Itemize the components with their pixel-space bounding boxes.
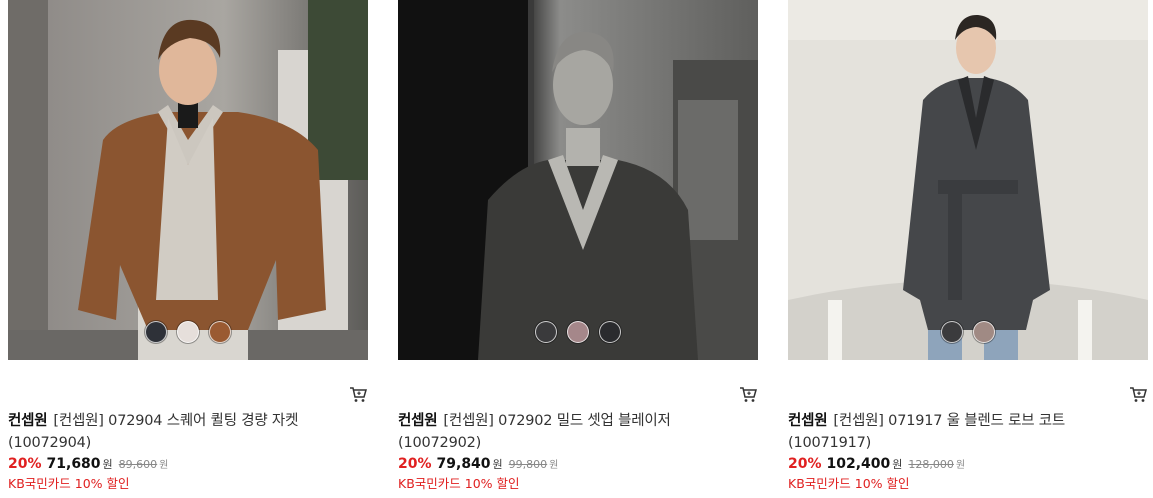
original-price: 128,000: [908, 458, 954, 471]
product-card[interactable]: 컨셉원 [컨셉원] 072902 밀드 셋업 블레이저 (10072902) 20…: [398, 0, 758, 491]
card-promo: KB국민카드 10% 할인: [8, 476, 130, 491]
original-price: 99,800: [508, 458, 548, 471]
discount-rate: 20%: [8, 456, 42, 472]
discount-rate: 20%: [788, 456, 822, 472]
original-currency-label: 원: [159, 460, 169, 471]
product-title[interactable]: 컨셉원 [컨셉원] 072904 스퀘어 퀼팅 경량 자켓 (10072904): [8, 410, 368, 454]
product-info: 컨셉원 [컨셉원] 072902 밀드 셋업 블레이저 (10072902) 20…: [398, 410, 758, 493]
product-image-jacket[interactable]: [8, 0, 368, 360]
currency-label: 원: [892, 458, 903, 471]
brand-name: 컨셉원: [8, 413, 48, 429]
brand-name: 컨셉원: [398, 413, 438, 429]
product-image-coat[interactable]: [788, 0, 1148, 360]
color-swatches: [788, 321, 1148, 343]
sale-price: 102,400: [826, 456, 891, 472]
product-info: 컨셉원 [컨셉원] 071917 울 블렌드 로브 코트 (10071917) 2…: [788, 410, 1148, 493]
card-promo: KB국민카드 10% 할인: [788, 476, 910, 491]
product-card[interactable]: 컨셉원 [컨셉원] 072904 스퀘어 퀼팅 경량 자켓 (10072904) …: [8, 0, 368, 491]
original-currency-label: 원: [955, 460, 966, 471]
color-swatches: [398, 321, 758, 343]
brand-name: 컨셉원: [788, 413, 828, 429]
product-name: [컨셉원] 072902 밀드 셋업 블레이저: [443, 413, 671, 429]
product-name: [컨셉원] 071917 울 블렌드 로브 코트: [833, 413, 1066, 429]
cart-icon[interactable]: [1128, 384, 1148, 404]
price-row: 20% 79,840 원 99,800 원: [398, 455, 758, 475]
original-price: 89,600: [118, 458, 158, 471]
product-info: 컨셉원 [컨셉원] 072904 스퀘어 퀼팅 경량 자켓 (10072904) …: [8, 410, 368, 493]
color-swatch[interactable]: [145, 321, 167, 343]
discount-rate: 20%: [398, 456, 432, 472]
color-swatches: [8, 321, 368, 343]
sale-price: 71,680: [46, 456, 101, 472]
color-swatch[interactable]: [535, 321, 557, 343]
original-currency-label: 원: [549, 460, 559, 471]
product-code: (10072902): [398, 435, 482, 451]
color-swatch[interactable]: [941, 321, 963, 343]
cart-icon[interactable]: [738, 384, 758, 404]
color-swatch[interactable]: [599, 321, 621, 343]
product-title[interactable]: 컨셉원 [컨셉원] 072902 밀드 셋업 블레이저 (10072902): [398, 410, 758, 454]
price-row: 20% 102,400 원 128,000 원: [788, 455, 1148, 475]
sale-price: 79,840: [436, 456, 491, 472]
color-swatch[interactable]: [973, 321, 995, 343]
product-name: [컨셉원] 072904 스퀘어 퀼팅 경량 자켓: [53, 413, 299, 429]
currency-label: 원: [102, 458, 113, 471]
currency-label: 원: [492, 458, 503, 471]
color-swatch[interactable]: [177, 321, 199, 343]
color-swatch[interactable]: [209, 321, 231, 343]
product-code: (10071917): [788, 435, 872, 451]
price-row: 20% 71,680 원 89,600 원: [8, 455, 368, 475]
product-title[interactable]: 컨셉원 [컨셉원] 071917 울 블렌드 로브 코트 (10071917): [788, 410, 1148, 454]
card-promo: KB국민카드 10% 할인: [398, 476, 520, 491]
cart-icon[interactable]: [348, 384, 368, 404]
product-card[interactable]: 컨셉원 [컨셉원] 071917 울 블렌드 로브 코트 (10071917) 2…: [788, 0, 1148, 491]
product-grid: 컨셉원 [컨셉원] 072904 스퀘어 퀼팅 경량 자켓 (10072904) …: [0, 0, 1153, 498]
product-code: (10072904): [8, 435, 92, 451]
color-swatch[interactable]: [567, 321, 589, 343]
product-image-blazer[interactable]: [398, 0, 758, 360]
